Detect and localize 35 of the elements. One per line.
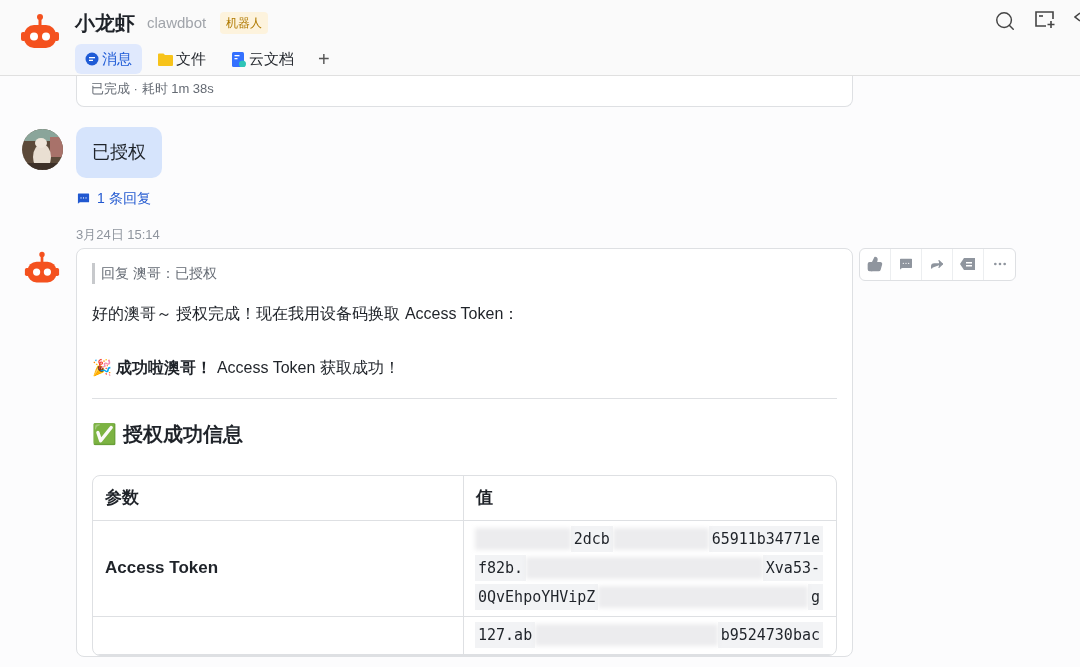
column-header: 参数: [93, 475, 464, 520]
chat-title: 小龙虾: [75, 11, 135, 36]
folder-icon: [158, 52, 173, 66]
task-status: 已完成 · 耗时 1m 38s: [91, 81, 214, 96]
bot-handle: clawdbot: [147, 12, 207, 33]
channel-tab[interactable]: 消息: [75, 44, 142, 74]
token-text: 2dcb: [570, 525, 613, 553]
bot-tag: 机器人: [220, 12, 269, 34]
comment-icon: [76, 191, 91, 206]
message-text: 🎉 成功啦澳哥！ Access Token 获取成功！: [92, 357, 400, 379]
search-icon[interactable]: [994, 10, 1016, 32]
token-text: b9524730bac: [717, 621, 823, 649]
comment-icon[interactable]: [898, 256, 914, 272]
token-text: 65911b34771e: [708, 525, 823, 553]
section-heading: ✅ 授权成功信息: [92, 421, 243, 447]
chat-bubble-icon: [85, 52, 99, 66]
message-bubble: 已授权: [76, 127, 162, 178]
token-text: Xva53-: [762, 554, 823, 582]
token-text: 127.ab: [475, 621, 536, 649]
chevron-icon[interactable]: [1074, 10, 1080, 24]
token-text: f82b.: [475, 554, 527, 582]
column-header: 值: [475, 486, 494, 509]
token-text: 0QvEhpoYHVipZ: [475, 583, 599, 611]
table-cell: Access Token: [93, 520, 464, 616]
document-icon: [232, 51, 246, 67]
quote-text: 回复 澳哥：已授权: [92, 262, 217, 284]
message-timestamp: 3月24日 15:14: [76, 226, 160, 244]
like-icon[interactable]: [867, 256, 883, 272]
new-window-icon[interactable]: [1034, 10, 1056, 30]
add-tab-button[interactable]: +: [310, 44, 338, 74]
quote-reply-icon[interactable]: [960, 257, 976, 271]
channel-tab[interactable]: 云文档: [222, 44, 304, 74]
message-text: 好的澳哥～ 授权完成！现在我用设备码换取 Access Token：: [92, 303, 520, 324]
channel-tab[interactable]: 文件: [148, 44, 216, 74]
replies-link[interactable]: 1 条回复: [76, 188, 151, 209]
